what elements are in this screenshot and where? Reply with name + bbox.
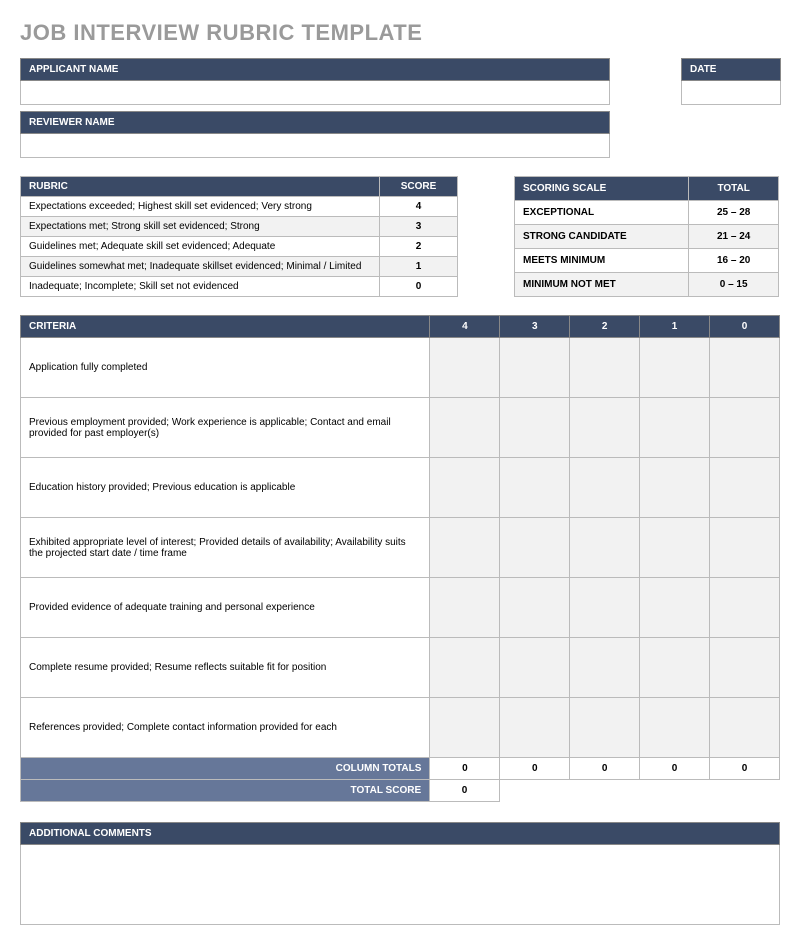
table-row: MINIMUM NOT MET0 – 15 <box>515 273 779 297</box>
criteria-table: CRITERIA 4 3 2 1 0 Application fully com… <box>20 315 780 780</box>
criteria-col-4: 4 <box>430 316 500 338</box>
table-row: STRONG CANDIDATE21 – 24 <box>515 225 779 249</box>
scoring-table: SCORING SCALE TOTAL EXCEPTIONAL25 – 28 S… <box>514 176 779 297</box>
table-row: Expectations exceeded; Highest skill set… <box>21 197 458 217</box>
table-row: MEETS MINIMUM16 – 20 <box>515 249 779 273</box>
table-row: Guidelines met; Adequate skill set evide… <box>21 237 458 257</box>
date-input[interactable] <box>681 81 781 105</box>
score-header: SCORE <box>380 177 458 197</box>
date-label: DATE <box>681 58 781 81</box>
column-totals-row: COLUMN TOTALS 0 0 0 0 0 <box>21 758 780 780</box>
rubric-table: RUBRIC SCORE Expectations exceeded; High… <box>20 176 458 297</box>
additional-comments-label: ADDITIONAL COMMENTS <box>20 822 780 845</box>
criteria-header: CRITERIA <box>21 316 430 338</box>
table-row: EXCEPTIONAL25 – 28 <box>515 201 779 225</box>
criteria-col-3: 3 <box>500 316 570 338</box>
applicant-name-label: APPLICANT NAME <box>20 58 610 81</box>
applicant-name-input[interactable] <box>20 81 610 105</box>
page-title: JOB INTERVIEW RUBRIC TEMPLATE <box>20 20 781 46</box>
criteria-row: Exhibited appropriate level of interest;… <box>21 518 780 578</box>
total-score-row: TOTAL SCORE 0 <box>20 779 500 802</box>
table-row: Guidelines somewhat met; Inadequate skil… <box>21 257 458 277</box>
criteria-row: Provided evidence of adequate training a… <box>21 578 780 638</box>
reviewer-name-input[interactable] <box>20 134 610 158</box>
additional-comments-input[interactable] <box>20 845 780 925</box>
criteria-row: Previous employment provided; Work exper… <box>21 398 780 458</box>
rubric-header: RUBRIC <box>21 177 380 197</box>
criteria-row: Education history provided; Previous edu… <box>21 458 780 518</box>
criteria-row: Complete resume provided; Resume reflect… <box>21 638 780 698</box>
reviewer-name-label: REVIEWER NAME <box>20 111 610 134</box>
scoring-scale-header: SCORING SCALE <box>515 177 689 201</box>
table-row: Inadequate; Incomplete; Skill set not ev… <box>21 277 458 297</box>
criteria-col-0: 0 <box>710 316 780 338</box>
criteria-row: References provided; Complete contact in… <box>21 698 780 758</box>
table-row: Expectations met; Strong skill set evide… <box>21 217 458 237</box>
criteria-row: Application fully completed <box>21 338 780 398</box>
total-header: TOTAL <box>689 177 779 201</box>
criteria-col-2: 2 <box>570 316 640 338</box>
criteria-col-1: 1 <box>640 316 710 338</box>
